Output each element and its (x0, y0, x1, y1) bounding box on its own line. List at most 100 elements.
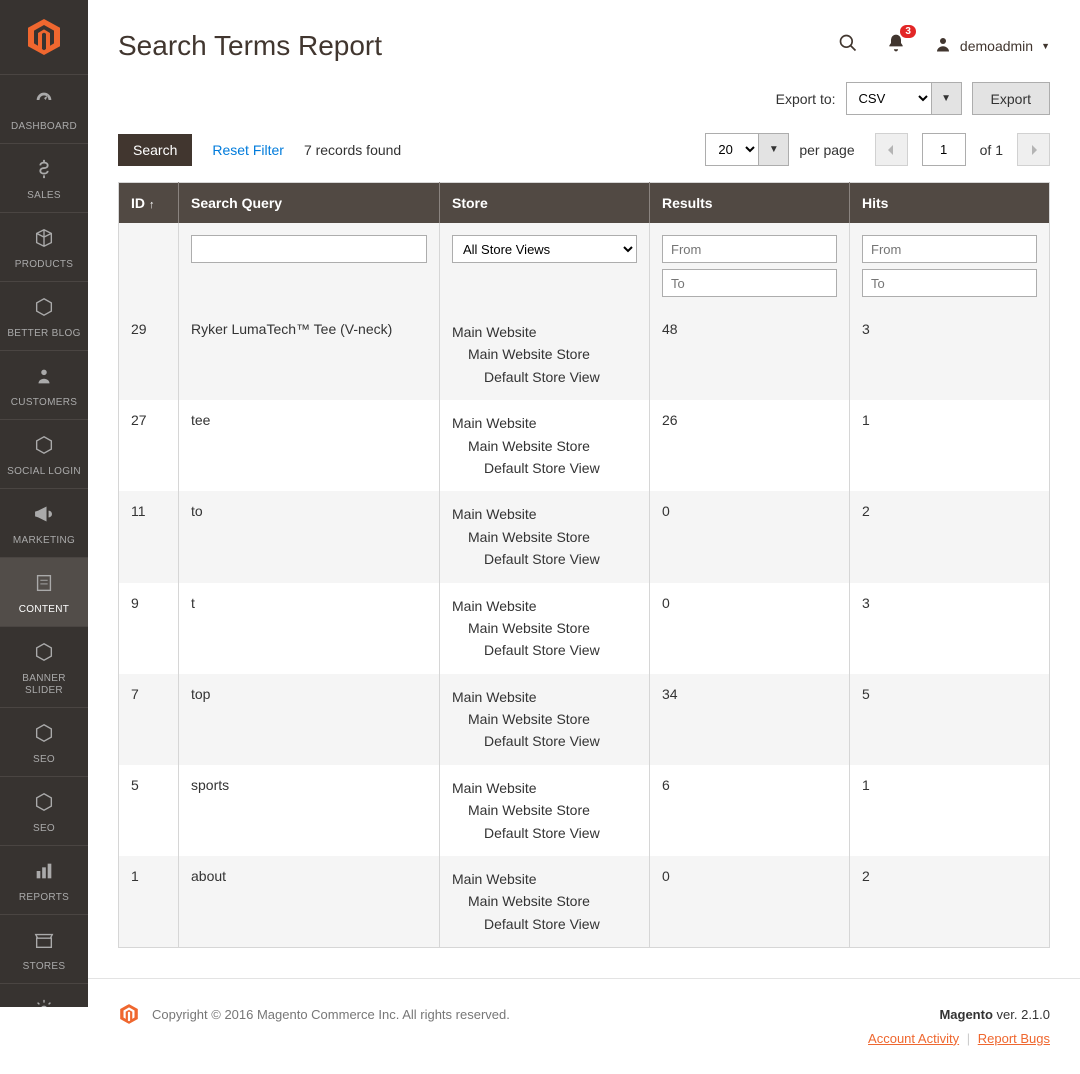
sidebar-item-content[interactable]: CONTENT (0, 558, 88, 627)
sidebar-item-seo[interactable]: SEO (0, 708, 88, 777)
filter-hits-to[interactable] (862, 269, 1037, 297)
sidebar-item-label: REPORTS (4, 892, 84, 904)
table-row[interactable]: 1aboutMain WebsiteMain Website StoreDefa… (119, 856, 1050, 948)
next-page-button[interactable] (1017, 133, 1050, 166)
export-label: Export to: (776, 91, 836, 107)
cell-hits: 5 (850, 674, 1050, 765)
search-button[interactable]: Search (118, 134, 192, 166)
cell-id: 11 (119, 491, 179, 582)
sidebar-item-dashboard[interactable]: DASHBOARD (0, 75, 88, 144)
column-hits[interactable]: Hits (850, 183, 1050, 224)
cell-query: tee (179, 400, 440, 491)
sidebar-item-label: DASHBOARD (4, 121, 84, 133)
user-menu[interactable]: demoadmin ▼ (934, 35, 1050, 58)
table-row[interactable]: 9tMain WebsiteMain Website StoreDefault … (119, 583, 1050, 674)
page-input[interactable] (922, 133, 966, 166)
pager: of 1 (875, 133, 1050, 166)
cell-store: Main WebsiteMain Website StoreDefault St… (440, 491, 650, 582)
cell-store: Main WebsiteMain Website StoreDefault St… (440, 765, 650, 856)
account-activity-link[interactable]: Account Activity (868, 1031, 959, 1046)
hex-icon (4, 434, 84, 462)
filter-results-to[interactable] (662, 269, 837, 297)
cell-hits: 2 (850, 491, 1050, 582)
table-row[interactable]: 11toMain WebsiteMain Website StoreDefaul… (119, 491, 1050, 582)
sidebar-item-customers[interactable]: CUSTOMERS (0, 351, 88, 420)
sidebar-item-products[interactable]: PRODUCTS (0, 213, 88, 282)
filter-store-select[interactable]: All Store Views (452, 235, 637, 263)
toolbar: Search Reset Filter 7 records found 20 ▼… (88, 133, 1080, 182)
table-row[interactable]: 5sportsMain WebsiteMain Website StoreDef… (119, 765, 1050, 856)
prev-page-button[interactable] (875, 133, 908, 166)
magento-logo[interactable] (0, 0, 88, 75)
cell-query: Ryker LumaTech™ Tee (V-neck) (179, 309, 440, 400)
notifications-icon[interactable]: 3 (886, 33, 906, 59)
chevron-down-icon[interactable]: ▼ (932, 82, 962, 115)
data-grid: ID↑ Search Query Store Results Hits All … (88, 182, 1080, 978)
cell-results: 0 (650, 491, 850, 582)
notification-badge: 3 (900, 25, 916, 38)
sidebar-item-label: SALES (4, 190, 84, 202)
cell-store: Main WebsiteMain Website StoreDefault St… (440, 674, 650, 765)
sort-asc-icon: ↑ (149, 199, 155, 211)
bars-icon (4, 860, 84, 888)
export-button[interactable]: Export (972, 82, 1050, 115)
cell-hits: 3 (850, 309, 1050, 400)
per-page-select[interactable]: 20 ▼ (705, 133, 789, 166)
table-row[interactable]: 7topMain WebsiteMain Website StoreDefaul… (119, 674, 1050, 765)
cell-hits: 1 (850, 765, 1050, 856)
header-actions: 3 demoadmin ▼ (838, 33, 1050, 59)
record-count: 7 records found (304, 142, 401, 158)
table-row[interactable]: 27teeMain WebsiteMain Website StoreDefau… (119, 400, 1050, 491)
cell-results: 34 (650, 674, 850, 765)
cell-store: Main WebsiteMain Website StoreDefault St… (440, 856, 650, 948)
sidebar-item-system[interactable]: SYSTEM (0, 984, 88, 1007)
cell-results: 48 (650, 309, 850, 400)
search-icon[interactable] (838, 33, 858, 59)
export-format-select[interactable]: CSV ▼ (846, 82, 962, 115)
reset-filter-link[interactable]: Reset Filter (212, 142, 284, 158)
sidebar-item-social-login[interactable]: SOCIAL LOGIN (0, 420, 88, 489)
cell-id: 7 (119, 674, 179, 765)
filter-results-from[interactable] (662, 235, 837, 263)
sidebar-item-label: BETTER BLOG (4, 328, 84, 340)
username: demoadmin (960, 38, 1033, 54)
sidebar-item-label: STORES (4, 961, 84, 973)
cell-hits: 1 (850, 400, 1050, 491)
cell-query: t (179, 583, 440, 674)
cell-hits: 3 (850, 583, 1050, 674)
column-results[interactable]: Results (650, 183, 850, 224)
sidebar-item-label: BANNER SLIDER (4, 673, 84, 697)
megaphone-icon (4, 503, 84, 531)
person-icon (4, 365, 84, 393)
sidebar: DASHBOARD SALES PRODUCTS BETTER BLOG CUSTOME… (0, 0, 88, 1007)
cell-results: 0 (650, 583, 850, 674)
cell-results: 26 (650, 400, 850, 491)
cell-query: to (179, 491, 440, 582)
sidebar-item-label: MARKETING (4, 535, 84, 547)
report-bugs-link[interactable]: Report Bugs (978, 1031, 1050, 1046)
sidebar-item-banner-slider[interactable]: BANNER SLIDER (0, 627, 88, 708)
sidebar-item-better-blog[interactable]: BETTER BLOG (0, 282, 88, 351)
cell-query: about (179, 856, 440, 948)
cell-id: 27 (119, 400, 179, 491)
page-total: of 1 (980, 142, 1003, 158)
store-icon (4, 929, 84, 957)
sidebar-item-reports[interactable]: REPORTS (0, 846, 88, 915)
table-row[interactable]: 29Ryker LumaTech™ Tee (V-neck)Main Websi… (119, 309, 1050, 400)
sidebar-item-seo[interactable]: SEO (0, 777, 88, 846)
column-store[interactable]: Store (440, 183, 650, 224)
chevron-down-icon[interactable]: ▼ (759, 133, 789, 166)
sidebar-item-label: CUSTOMERS (4, 397, 84, 409)
filter-hits-from[interactable] (862, 235, 1037, 263)
column-id[interactable]: ID↑ (119, 183, 179, 224)
page-title: Search Terms Report (118, 30, 382, 62)
sidebar-item-sales[interactable]: SALES (0, 144, 88, 213)
column-query[interactable]: Search Query (179, 183, 440, 224)
sidebar-item-label: PRODUCTS (4, 259, 84, 271)
sidebar-item-stores[interactable]: STORES (0, 915, 88, 984)
filter-query-input[interactable] (191, 235, 427, 263)
cube-icon (4, 227, 84, 255)
sidebar-item-label: SEO (4, 754, 84, 766)
sidebar-item-marketing[interactable]: MARKETING (0, 489, 88, 558)
filter-row: All Store Views (119, 223, 1050, 309)
